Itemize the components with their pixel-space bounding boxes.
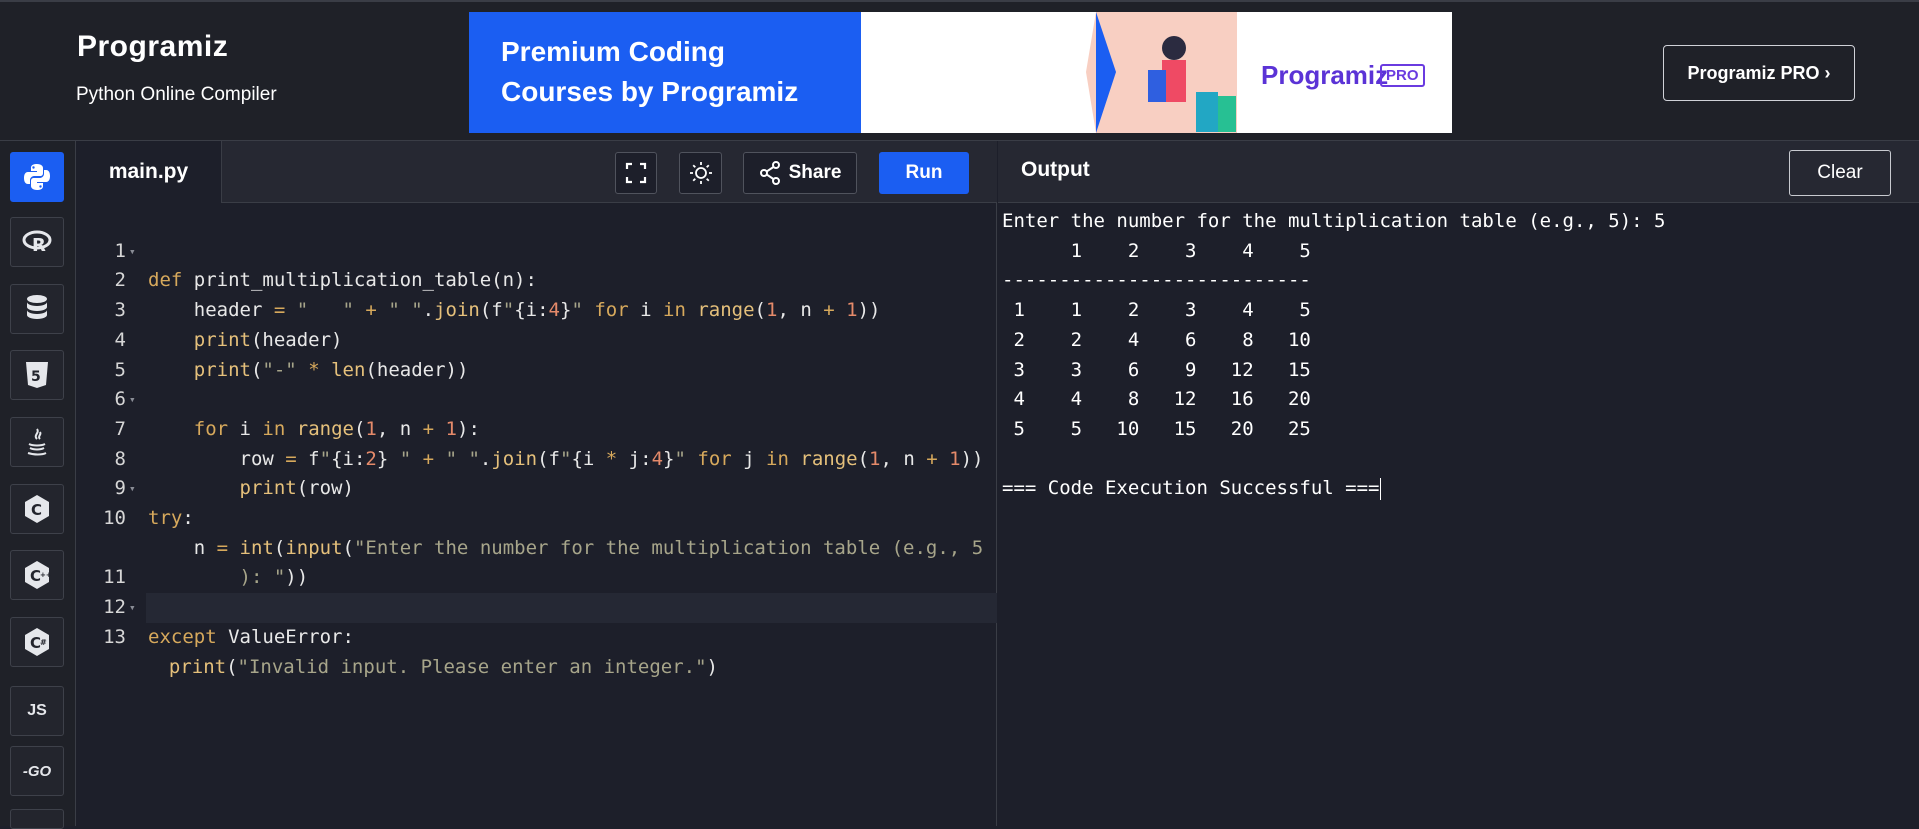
code-line-active[interactable]: 13 print("Invalid input. Please enter an…	[103, 593, 997, 678]
code-line[interactable]: 9 ▾ try:	[76, 445, 997, 529]
run-button[interactable]: Run	[879, 152, 969, 194]
programiz-pro-button[interactable]: Programiz PRO ›	[1663, 45, 1855, 101]
share-label: Share	[788, 162, 842, 183]
output-line: 1 1 2 3 4 5	[1002, 299, 1311, 322]
sql-language-button[interactable]	[10, 284, 64, 334]
programiz-logo[interactable]: Programiz	[77, 30, 228, 64]
output-console[interactable]: Enter the number for the multiplication …	[998, 203, 1919, 826]
code-line[interactable]: 5	[76, 326, 997, 381]
java-icon	[27, 428, 47, 456]
code-text: print("Invalid input. Please enter an in…	[168, 655, 718, 678]
svg-text:#: #	[40, 638, 47, 647]
csharp-icon: C #	[25, 628, 49, 656]
sun-icon	[689, 162, 712, 184]
output-line: 2 2 4 6 8 10	[1002, 328, 1311, 351]
csharp-language-button[interactable]: C #	[10, 617, 64, 667]
java-language-button[interactable]	[10, 417, 64, 467]
svg-text:5: 5	[31, 369, 41, 385]
code-line[interactable]: 8 print(row)	[76, 415, 997, 500]
cpp-icon: C ++	[25, 561, 51, 589]
cpp-language-button[interactable]: C ++	[10, 550, 64, 600]
code-editor[interactable]: 1 ▾ def print_multiplication_table(n): 2 …	[76, 203, 997, 826]
c-icon: C	[25, 495, 49, 523]
banner-headline-2: Courses by Programiz	[501, 76, 799, 107]
output-line: 1 2 3 4 5	[1002, 239, 1311, 262]
line-number: 13	[103, 625, 126, 648]
code-line[interactable]: 12▾ except ValueError:	[76, 563, 997, 648]
share-icon	[759, 161, 780, 185]
fullscreen-button[interactable]	[615, 152, 657, 194]
page-subtitle: Python Online Compiler	[76, 84, 277, 105]
r-icon: R	[22, 230, 52, 255]
file-tab-main-py[interactable]: main.py	[76, 141, 222, 203]
code-line-wrap[interactable]: ): "))	[76, 504, 997, 588]
svg-text:++: ++	[40, 571, 51, 579]
output-line: 4 4 8 12 16 20	[1002, 388, 1311, 411]
output-title: Output	[1021, 158, 1090, 181]
output-line: 3 3 6 9 12 15	[1002, 358, 1311, 381]
more-language-button[interactable]	[10, 809, 64, 829]
banner-text-panel: Premium Coding Courses by Programiz	[469, 12, 861, 133]
code-line[interactable]: 4 print("-" * len(header))	[76, 296, 997, 381]
c-language-button[interactable]: C	[10, 484, 64, 534]
banner-programiz-logo: Programiz	[1261, 60, 1389, 90]
banner-logo-panel: Programiz PRO	[1237, 12, 1452, 133]
fold-toggle-icon[interactable]: ▾	[129, 593, 136, 623]
line-number: 12	[103, 596, 126, 619]
output-line: 5 5 10 15 20 25	[1002, 417, 1311, 440]
code-line[interactable]: 11 print_multiplication_table(n)	[76, 534, 997, 618]
text-cursor	[1379, 477, 1381, 500]
python-icon	[24, 164, 50, 190]
banner-headline-1: Premium Coding	[501, 36, 726, 67]
html-language-button[interactable]: 5	[10, 350, 64, 400]
svg-text:C: C	[31, 501, 42, 519]
theme-toggle-button[interactable]	[679, 152, 722, 194]
output-line: Enter the number for the multiplication …	[1002, 210, 1666, 232]
code-line[interactable]: 10 n = int(input("Enter the number for t…	[76, 474, 997, 559]
code-line[interactable]: 1 ▾ def print_multiplication_table(n):	[76, 207, 997, 292]
r-language-button[interactable]: R	[10, 217, 64, 267]
code-line[interactable]: 6 ▾ for i in range(1, n + 1):	[76, 356, 997, 440]
execution-status: === Code Execution Successful ===	[1002, 477, 1380, 500]
share-button[interactable]: Share	[743, 152, 857, 194]
output-line: ---------------------------	[1002, 269, 1311, 292]
clear-button[interactable]: Clear	[1789, 150, 1891, 196]
language-sidebar: R 5 C C ++ C # JS -GO	[0, 141, 76, 829]
js-language-button[interactable]: JS	[10, 686, 64, 736]
banner-pro-badge: PRO	[1380, 64, 1425, 87]
code-line[interactable]: 7 row = f"{i:2} " + " ".join(f"{i * j:4}…	[76, 385, 997, 470]
python-language-button[interactable]	[10, 152, 64, 202]
database-icon	[27, 295, 47, 319]
fullscreen-icon	[625, 162, 647, 184]
go-language-button[interactable]: -GO	[10, 746, 64, 796]
js-icon: JS	[27, 702, 47, 719]
code-line[interactable]: 2 header = " " + " ".join(f"{i:4}" for i…	[76, 237, 997, 321]
html5-icon: 5	[26, 362, 48, 388]
code-line[interactable]: 3 print(header)	[76, 266, 997, 351]
go-icon: -GO	[22, 762, 52, 780]
output-toolbar: Output Clear	[998, 141, 1919, 203]
output-status-line: === Code Execution Successful ===	[1002, 474, 1381, 504]
top-header: Programiz Python Online Compiler Premium…	[0, 0, 1919, 141]
editor-toolbar: main.py Share Run	[76, 141, 997, 203]
svg-text:R: R	[32, 235, 46, 255]
promo-banner[interactable]: Premium Coding Courses by Programiz Prog…	[469, 12, 1452, 133]
